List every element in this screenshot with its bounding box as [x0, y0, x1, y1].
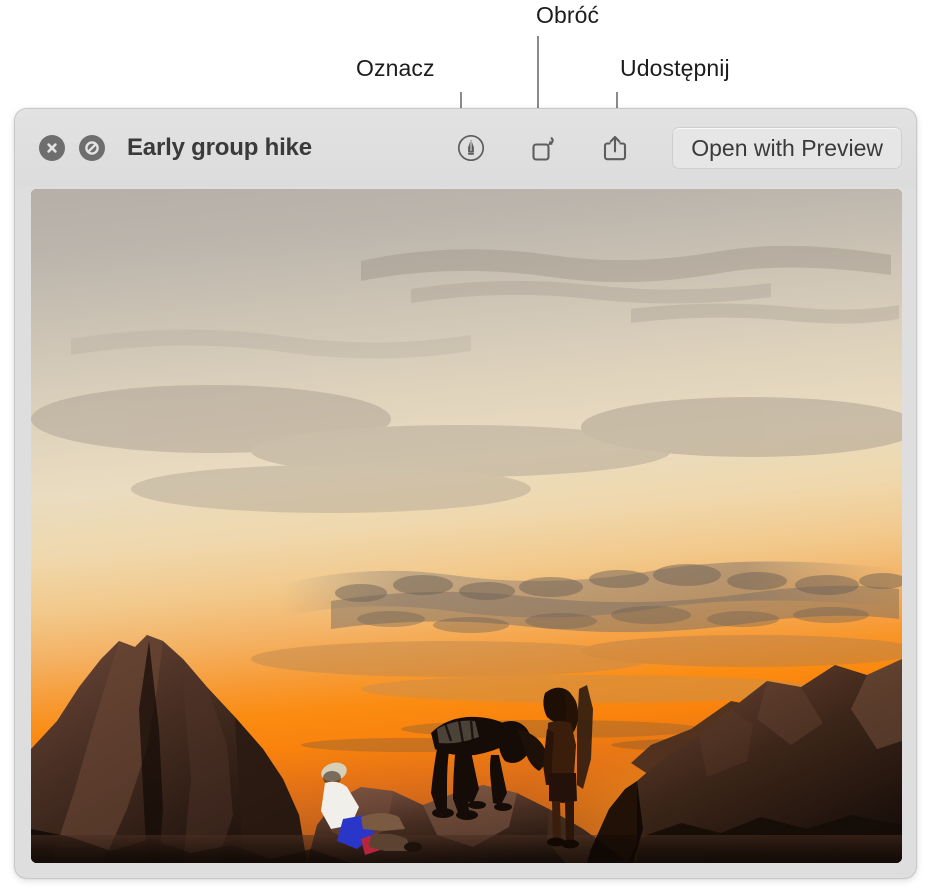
share-icon: [604, 135, 627, 161]
screenshot-root: Oznacz Obróć Udostępnij Early group hike: [0, 0, 931, 891]
open-with-preview-label: Open with Preview: [691, 134, 883, 161]
callout-label-share: Udostępnij: [620, 55, 730, 81]
toolbar-actions: [454, 131, 650, 165]
markup-icon: [458, 134, 485, 162]
hikers-sunset-photo: [31, 189, 902, 863]
close-icon: [47, 143, 57, 153]
callout-label-rotate: Obróć: [536, 2, 600, 28]
photo-preview[interactable]: [31, 189, 902, 863]
rotate-left-icon: [532, 137, 554, 161]
markup-button[interactable]: [454, 131, 488, 165]
no-entry-icon: [85, 141, 99, 155]
window-toolbar: Early group hike Open with Preview: [15, 109, 916, 187]
share-button[interactable]: [598, 131, 632, 165]
callout-label-markup: Oznacz: [356, 55, 435, 81]
window-title: Early group hike: [127, 134, 312, 161]
open-with-preview-button[interactable]: Open with Preview: [672, 127, 902, 169]
no-entry-button[interactable]: [79, 135, 105, 161]
rotate-button[interactable]: [526, 131, 560, 165]
quick-look-window: Early group hike Open with Preview: [14, 108, 917, 879]
close-button[interactable]: [39, 135, 65, 161]
